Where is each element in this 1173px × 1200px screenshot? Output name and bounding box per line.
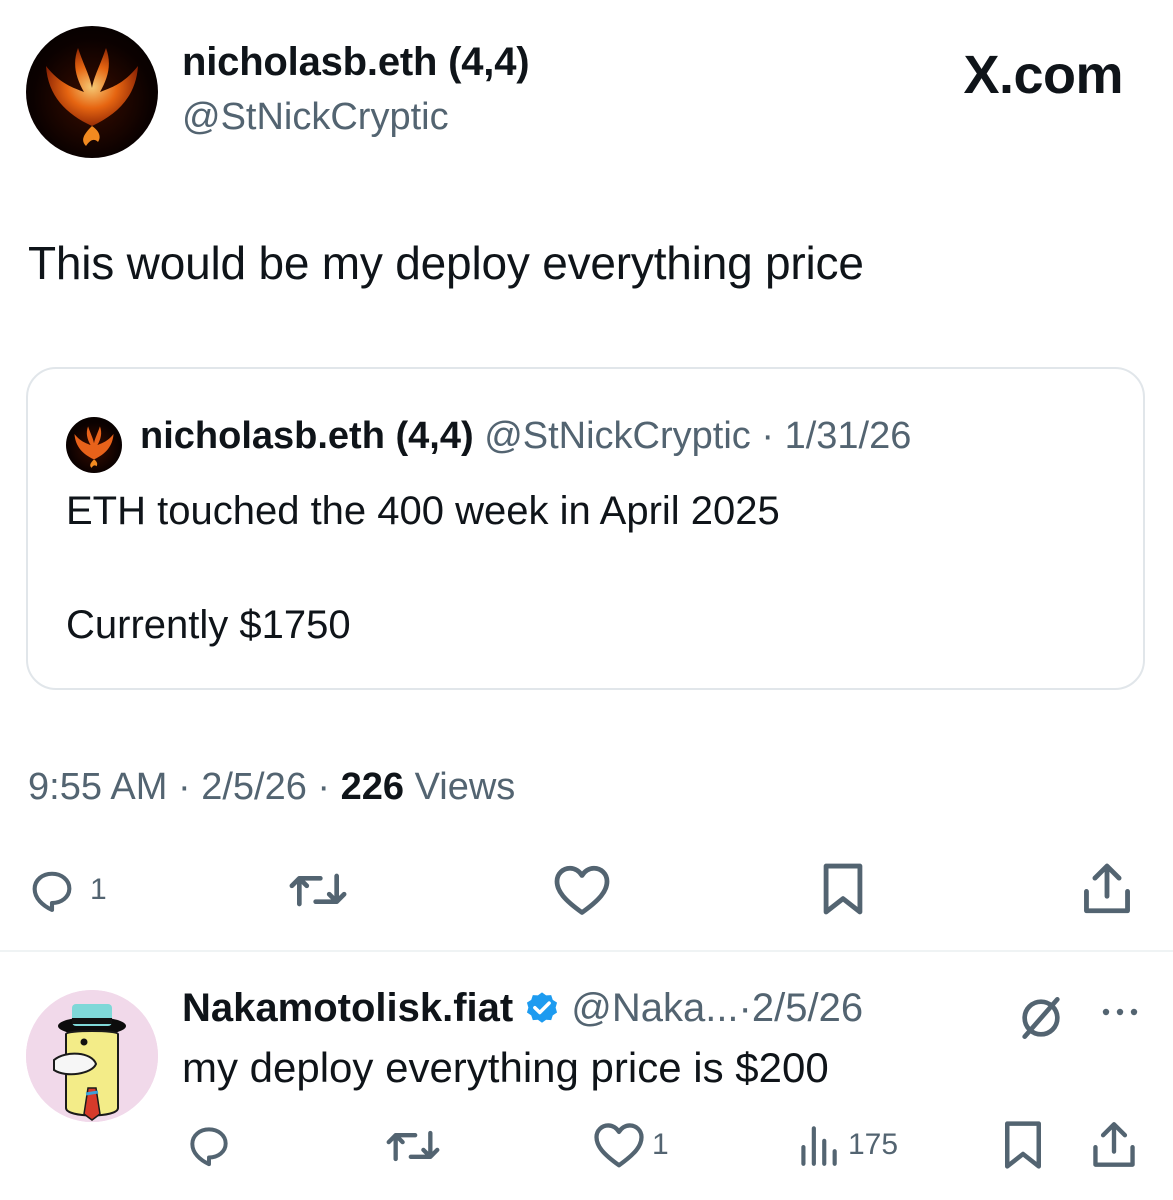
like-icon (594, 1123, 644, 1168)
reply-author-name[interactable]: Nakamotolisk.fiat (182, 986, 513, 1031)
phoenix-icon (46, 48, 138, 146)
views-label: Views (414, 766, 516, 808)
meta-separator: · (167, 766, 202, 808)
bookmark-icon (823, 863, 863, 915)
reply-header: Nakamotolisk.fiat @Naka... · 2/5/26 (182, 986, 863, 1031)
quote-separator: · (750, 415, 785, 457)
tweet-date: 2/5/26 (201, 766, 307, 808)
author-avatar[interactable] (26, 26, 158, 158)
more-icon[interactable] (1098, 1002, 1142, 1022)
share-icon (1084, 863, 1130, 914)
reply-like-button[interactable]: 1 (592, 1120, 669, 1170)
reply-icon (32, 871, 72, 912)
reply-date: 2/5/26 (751, 986, 864, 1030)
reply-count: 1 (90, 873, 107, 906)
share-button[interactable] (1080, 860, 1134, 918)
bookmark-icon (1005, 1121, 1041, 1169)
bookmark-button[interactable] (818, 860, 868, 918)
reply-author-avatar[interactable] (26, 990, 158, 1122)
divider (0, 950, 1173, 952)
retweet-button[interactable] (284, 862, 352, 918)
quote-author-name: nicholasb.eth (4,4) (140, 415, 474, 457)
quote-author-avatar (66, 417, 122, 473)
duck-avatar-icon (26, 990, 158, 1122)
reply-like-count: 1 (652, 1128, 669, 1161)
verified-badge-icon[interactable] (523, 990, 561, 1028)
like-icon (554, 865, 610, 915)
reply-views-button[interactable]: 175 (796, 1120, 898, 1170)
tweet-time: 9:55 AM (28, 766, 168, 808)
quote-text-line-2: Currently $1750 (66, 603, 351, 647)
reply-text: my deploy everything price is $200 (182, 1044, 829, 1091)
like-button[interactable] (552, 862, 612, 918)
retweet-icon (386, 1130, 440, 1162)
reply-share-button[interactable] (1090, 1118, 1138, 1172)
site-brand: X.com (963, 45, 1123, 105)
share-icon (1093, 1122, 1135, 1167)
quote-header: nicholasb.eth (4,4) @StNickCryptic · 1/3… (140, 415, 911, 458)
views-count: 226 (340, 766, 405, 808)
reply-reply-button[interactable] (184, 1120, 234, 1170)
author-name[interactable]: nicholasb.eth (4,4) (182, 40, 530, 85)
reply-retweet-button[interactable] (382, 1120, 444, 1172)
tweet-text: This would be my deploy everything price (28, 237, 864, 289)
quote-text-line-1: ETH touched the 400 week in April 2025 (66, 489, 780, 533)
views-icon (801, 1126, 837, 1166)
reply-author-handle[interactable]: @Naka... (571, 986, 738, 1031)
quote-date: 1/31/26 (784, 415, 912, 457)
phoenix-icon (74, 426, 114, 468)
reply-button[interactable]: 1 (26, 864, 107, 916)
reply-bookmark-button[interactable] (1000, 1118, 1046, 1172)
quote-author-handle: @StNickCryptic (484, 415, 751, 457)
quoted-tweet-card[interactable]: nicholasb.eth (4,4) @StNickCryptic · 1/3… (26, 367, 1145, 690)
author-handle[interactable]: @StNickCryptic (182, 96, 449, 139)
retweet-icon (289, 873, 347, 907)
reply-icon (190, 1127, 228, 1167)
tweet-meta: 9:55 AM · 2/5/26 · 226 Views (28, 766, 515, 809)
reply-views-count: 175 (848, 1128, 899, 1161)
meta-separator: · (306, 766, 341, 808)
grok-icon[interactable] (1013, 990, 1069, 1046)
reply-separator: · (738, 986, 752, 1030)
